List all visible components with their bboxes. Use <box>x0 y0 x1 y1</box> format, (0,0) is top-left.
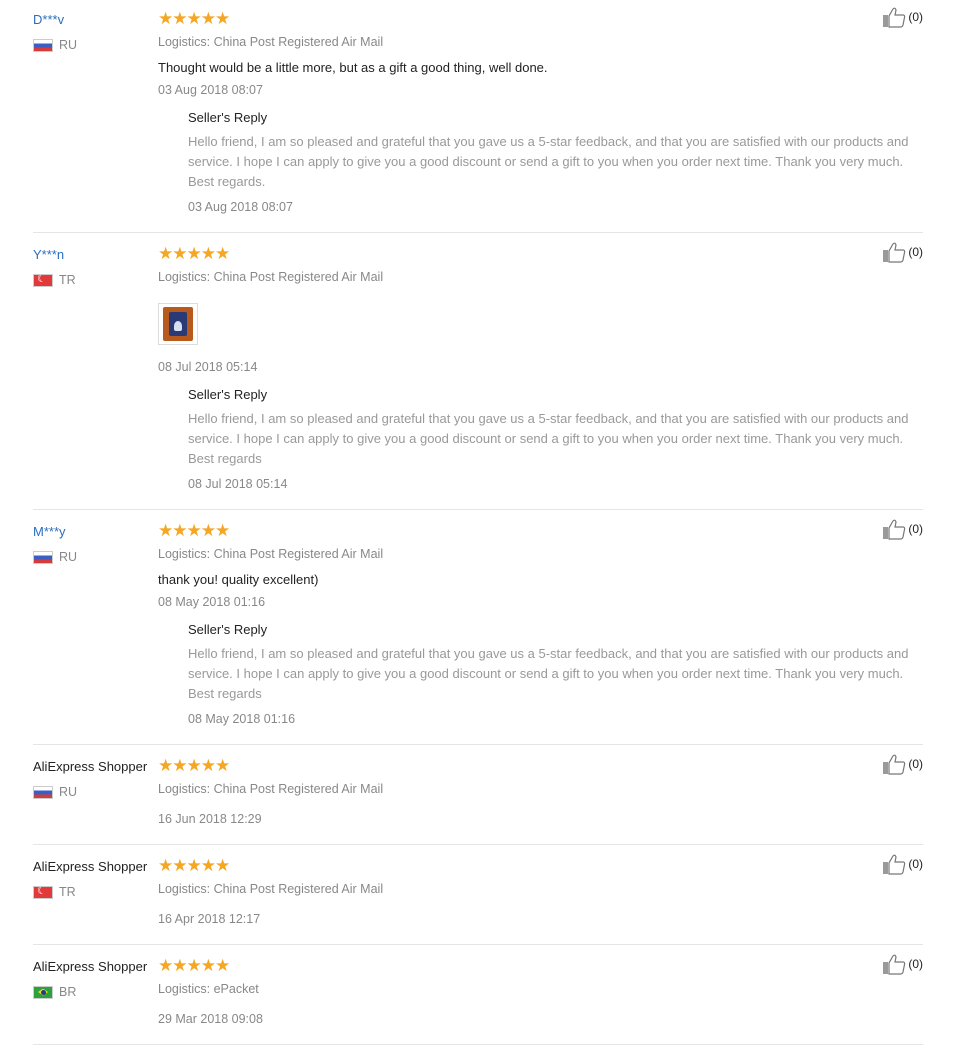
russia-flag-icon <box>33 785 53 799</box>
seller-reply-text: Hello friend, I am so pleased and gratef… <box>188 411 909 466</box>
like-button[interactable]: (0) <box>882 753 923 775</box>
like-button[interactable]: (0) <box>882 518 923 540</box>
logistics-info: Logistics: China Post Registered Air Mai… <box>158 882 384 896</box>
reviewer-country: BR <box>33 985 76 999</box>
seller-reply-date: 03 Aug 2018 08:07 <box>188 200 293 214</box>
like-button[interactable]: (0) <box>882 953 923 975</box>
reviewer-country: RU <box>33 785 77 799</box>
review-photo-thumbnail[interactable] <box>158 303 198 345</box>
country-code: RU <box>59 550 78 564</box>
reviewer-name[interactable]: M***y <box>33 524 66 539</box>
star-rating: ★★★★★ <box>158 244 230 263</box>
seller-reply-title: Seller's Reply <box>188 110 268 125</box>
review-date: 16 Jun 2018 12:29 <box>158 812 262 826</box>
review-item: M***y RU ★★★★★ Logistics: China Post Reg… <box>33 519 923 745</box>
seller-reply-text: Hello friend, I am so pleased and gratef… <box>188 646 909 701</box>
country-code: TR <box>59 273 76 287</box>
review-item: AliExpress Shopper BR ★★★★★ Logistics: e… <box>33 954 923 1045</box>
review-item: AliExpress Shopper TR ★★★★★ Logistics: C… <box>33 854 923 945</box>
like-count: (0) <box>908 757 923 771</box>
thumbs-up-icon <box>883 954 906 975</box>
product-photo <box>163 307 193 341</box>
brazil-flag-icon <box>33 985 53 999</box>
star-rating: ★★★★★ <box>158 956 230 975</box>
like-count: (0) <box>908 857 923 871</box>
reviewer-name[interactable]: D***v <box>33 12 64 27</box>
review-item: D***v RU ★★★★★ Logistics: China Post Reg… <box>33 7 923 233</box>
review-comment: thank you! quality excellent) <box>158 572 319 587</box>
logistics-info: Logistics: China Post Registered Air Mai… <box>158 35 384 49</box>
review-item: AliExpress Shopper RU ★★★★★ Logistics: C… <box>33 754 923 845</box>
reviewer-country: TR <box>33 885 76 899</box>
star-rating: ★★★★★ <box>158 756 230 775</box>
review-date: 08 Jul 2018 05:14 <box>158 360 258 374</box>
reviewer-name: AliExpress Shopper <box>33 759 148 774</box>
seller-reply-title: Seller's Reply <box>188 622 268 637</box>
like-button[interactable]: (0) <box>882 853 923 875</box>
logistics-info: Logistics: ePacket <box>158 982 259 996</box>
like-count: (0) <box>908 522 923 536</box>
logistics-info: Logistics: China Post Registered Air Mai… <box>158 270 384 284</box>
russia-flag-icon <box>33 38 53 52</box>
seller-reply-title: Seller's Reply <box>188 387 268 402</box>
reviewer-country: TR <box>33 273 76 287</box>
review-comment: Thought would be a little more, but as a… <box>158 60 548 75</box>
review-date: 08 May 2018 01:16 <box>158 595 266 609</box>
like-count: (0) <box>908 957 923 971</box>
thumbs-up-icon <box>883 519 906 540</box>
like-count: (0) <box>908 10 923 24</box>
review-date: 03 Aug 2018 08:07 <box>158 83 263 97</box>
thumbs-up-icon <box>883 754 906 775</box>
logistics-info: Logistics: China Post Registered Air Mai… <box>158 547 384 561</box>
seller-reply-text: Hello friend, I am so pleased and gratef… <box>188 134 909 189</box>
like-button[interactable]: (0) <box>882 241 923 263</box>
turkey-flag-icon <box>33 885 53 899</box>
review-item: Y***n TR ★★★★★ Logistics: China Post Reg… <box>33 242 923 510</box>
reviewer-country: RU <box>33 38 77 52</box>
thumbs-up-icon <box>883 7 906 28</box>
like-button[interactable]: (0) <box>882 6 923 28</box>
like-count: (0) <box>908 245 923 259</box>
star-rating: ★★★★★ <box>158 9 230 28</box>
russia-flag-icon <box>33 550 53 564</box>
seller-reply-date: 08 Jul 2018 05:14 <box>188 477 288 491</box>
review-date: 29 Mar 2018 09:08 <box>158 1012 263 1026</box>
turkey-flag-icon <box>33 273 53 287</box>
reviewer-name: AliExpress Shopper <box>33 959 148 974</box>
country-code: RU <box>59 38 78 52</box>
thumbs-up-icon <box>883 854 906 875</box>
star-rating: ★★★★★ <box>158 521 230 540</box>
country-code: TR <box>59 885 76 899</box>
star-rating: ★★★★★ <box>158 856 230 875</box>
country-code: BR <box>59 985 77 999</box>
reviewer-name: AliExpress Shopper <box>33 859 148 874</box>
logistics-info: Logistics: China Post Registered Air Mai… <box>158 782 384 796</box>
reviewer-name[interactable]: Y***n <box>33 247 64 262</box>
reviewer-country: RU <box>33 550 77 564</box>
country-code: RU <box>59 785 78 799</box>
review-date: 16 Apr 2018 12:17 <box>158 912 261 926</box>
thumbs-up-icon <box>883 242 906 263</box>
seller-reply-date: 08 May 2018 01:16 <box>188 712 296 726</box>
